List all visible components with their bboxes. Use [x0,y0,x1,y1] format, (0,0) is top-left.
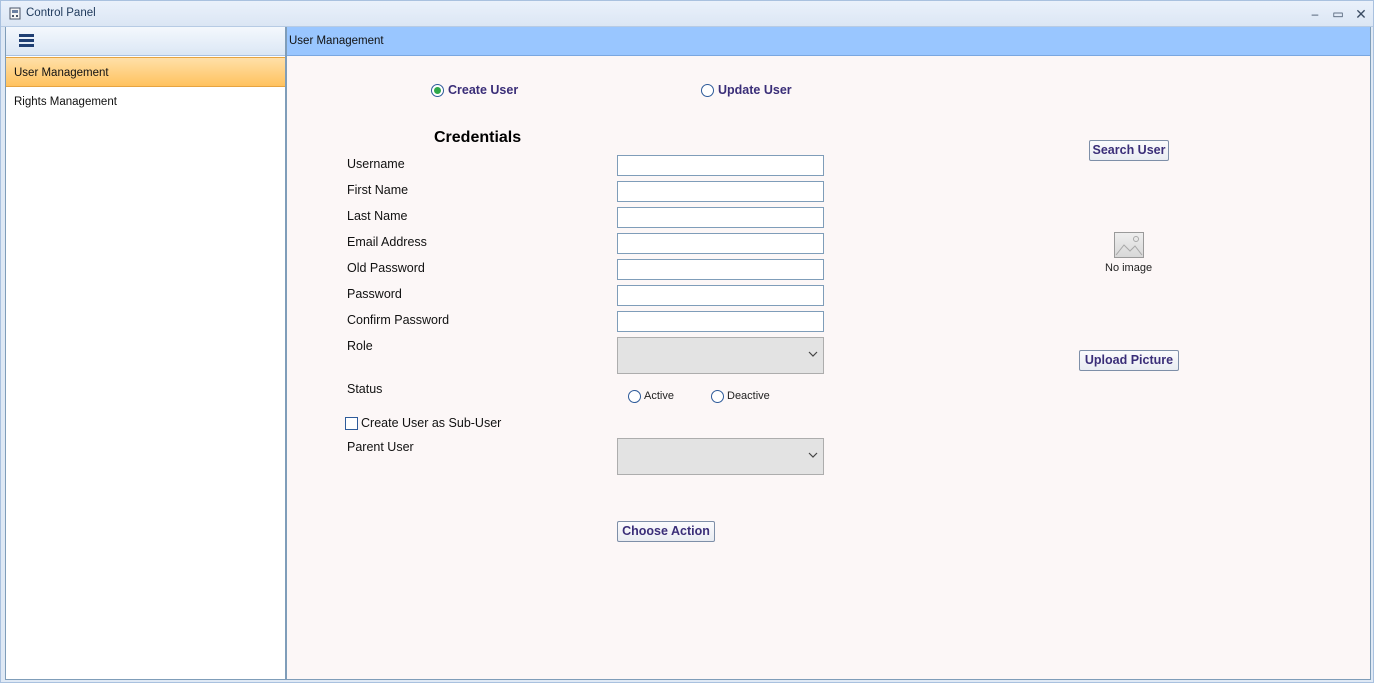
email-field[interactable] [617,233,824,254]
search-user-button[interactable]: Search User [1089,140,1169,161]
confirm-password-field[interactable] [617,311,824,332]
username-label: Username [347,157,405,171]
old-password-label: Old Password [347,261,425,275]
first-name-label: First Name [347,183,409,197]
update-user-radio[interactable] [701,84,714,97]
choose-action-button[interactable]: Choose Action [617,521,715,542]
role-label: Role [347,339,373,353]
first-name-field[interactable] [617,181,824,202]
sidebar-item-label: User Management [14,67,109,79]
last-name-label: Last Name [347,209,408,223]
hamburger-icon[interactable] [19,34,34,47]
create-user-label[interactable]: Create User [448,83,518,97]
section-title: Credentials [434,129,522,146]
window-title: Control Panel [26,7,96,19]
control-panel-window: Control Panel – ▭ ✕ User Management Righ… [0,0,1374,683]
email-label: Email Address [347,235,427,249]
create-user-radio[interactable] [431,84,444,97]
role-select[interactable] [617,337,824,374]
sidebar-item-label: Rights Management [14,96,117,108]
close-button[interactable]: ✕ [1352,5,1370,23]
deactive-radio[interactable] [711,390,724,403]
old-password-field[interactable] [617,259,824,280]
main-header: User Management [287,27,1370,56]
no-image-text: No image [1105,262,1153,274]
sidebar-item-user-management[interactable]: User Management [6,57,285,87]
last-name-field[interactable] [617,207,824,228]
parent-user-select[interactable] [617,438,824,475]
title-bar: Control Panel – ▭ ✕ [1,1,1373,27]
sidebar: User Management Rights Management [5,27,286,680]
sidebar-header [6,27,285,56]
image-placeholder-icon [1114,232,1144,258]
chevron-down-icon [808,452,818,458]
active-radio[interactable] [628,390,641,403]
mountain-icon [1115,236,1143,256]
confirm-password-label: Confirm Password [347,313,450,327]
chevron-down-icon [808,351,818,357]
sidebar-item-rights-management[interactable]: Rights Management [6,87,285,117]
username-field[interactable] [617,155,824,176]
upload-picture-button[interactable]: Upload Picture [1079,350,1179,371]
maximize-button[interactable]: ▭ [1329,5,1347,23]
main-panel: User Management Create User Update User … [286,27,1371,680]
app-icon [9,7,21,20]
password-field[interactable] [617,285,824,306]
update-user-label[interactable]: Update User [718,83,792,97]
active-label[interactable]: Active [644,390,674,402]
minimize-button[interactable]: – [1306,5,1324,23]
parent-user-label: Parent User [347,440,414,454]
sub-user-checkbox[interactable] [345,417,358,430]
deactive-label[interactable]: Deactive [727,390,770,402]
password-label: Password [347,287,402,301]
sub-user-label[interactable]: Create User as Sub-User [361,416,501,430]
page-title: User Management [289,35,384,47]
status-label: Status [347,382,383,396]
